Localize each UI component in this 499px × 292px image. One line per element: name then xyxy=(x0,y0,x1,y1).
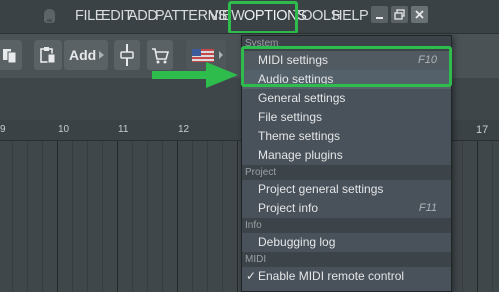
settings-highlight-box xyxy=(241,46,452,87)
menu-item-debugging-log[interactable]: Debugging log xyxy=(242,233,451,252)
menu-item-label: File settings xyxy=(258,110,323,124)
menu-item-manage-plugins[interactable]: Manage plugins xyxy=(242,146,451,165)
menu-item-enable-midi-remote-control[interactable]: ✓ Enable MIDI remote control xyxy=(242,267,451,286)
menu-item-label: Project general settings xyxy=(258,182,384,196)
ruler-label: 12 xyxy=(178,124,190,135)
ruler-label: 10 xyxy=(58,124,70,135)
ruler-label: 9 xyxy=(0,124,6,135)
menu-file[interactable]: FILE xyxy=(75,6,104,26)
ruler-label: 11 xyxy=(118,124,129,135)
chevron-right-icon xyxy=(99,51,104,59)
menu-item-label: General settings xyxy=(258,91,346,105)
menu-help[interactable]: HELP xyxy=(332,6,369,26)
menu-item-label: Debugging log xyxy=(258,235,336,249)
close-icon xyxy=(415,10,424,19)
menu-item-file-settings[interactable]: File settings xyxy=(242,108,451,127)
menu-item-theme-settings[interactable]: Theme settings xyxy=(242,127,451,146)
minimize-icon xyxy=(376,17,383,19)
menu-add[interactable]: ADD xyxy=(128,6,158,26)
paste-button[interactable] xyxy=(34,40,62,70)
menu-item-label: Project info xyxy=(258,201,319,215)
menu-item-project-general-settings[interactable]: Project general settings xyxy=(242,180,451,199)
slider-icon xyxy=(120,44,134,66)
section-header-midi: MIDI xyxy=(242,252,451,267)
add-button[interactable]: Add xyxy=(64,40,108,70)
minimize-button[interactable] xyxy=(371,6,388,23)
copy-icon xyxy=(3,49,17,64)
checkmark-icon: ✓ xyxy=(246,269,257,283)
options-highlight-box xyxy=(228,1,298,34)
menu-item-label: Theme settings xyxy=(258,129,341,143)
add-button-label: Add xyxy=(69,47,97,63)
mixer-button[interactable] xyxy=(114,40,140,70)
section-header-info: Info xyxy=(242,218,451,233)
restore-button[interactable] xyxy=(391,6,408,23)
section-header-project: Project xyxy=(242,165,451,180)
menu-item-label: Enable MIDI remote control xyxy=(258,269,405,283)
menu-item-general-settings[interactable]: General settings xyxy=(242,89,451,108)
menu-item-shortcut: F11 xyxy=(418,202,437,214)
close-button[interactable] xyxy=(411,6,428,23)
ruler-label: 17 xyxy=(476,124,489,136)
restore-icon xyxy=(394,9,405,20)
menu-item-project-info[interactable]: Project info F11 xyxy=(242,199,451,218)
app-logo-icon[interactable] xyxy=(44,9,55,23)
menu-item-label: Manage plugins xyxy=(258,148,343,162)
copy-button[interactable] xyxy=(0,40,22,70)
paste-icon xyxy=(40,47,56,64)
green-arrow-icon xyxy=(152,62,238,88)
